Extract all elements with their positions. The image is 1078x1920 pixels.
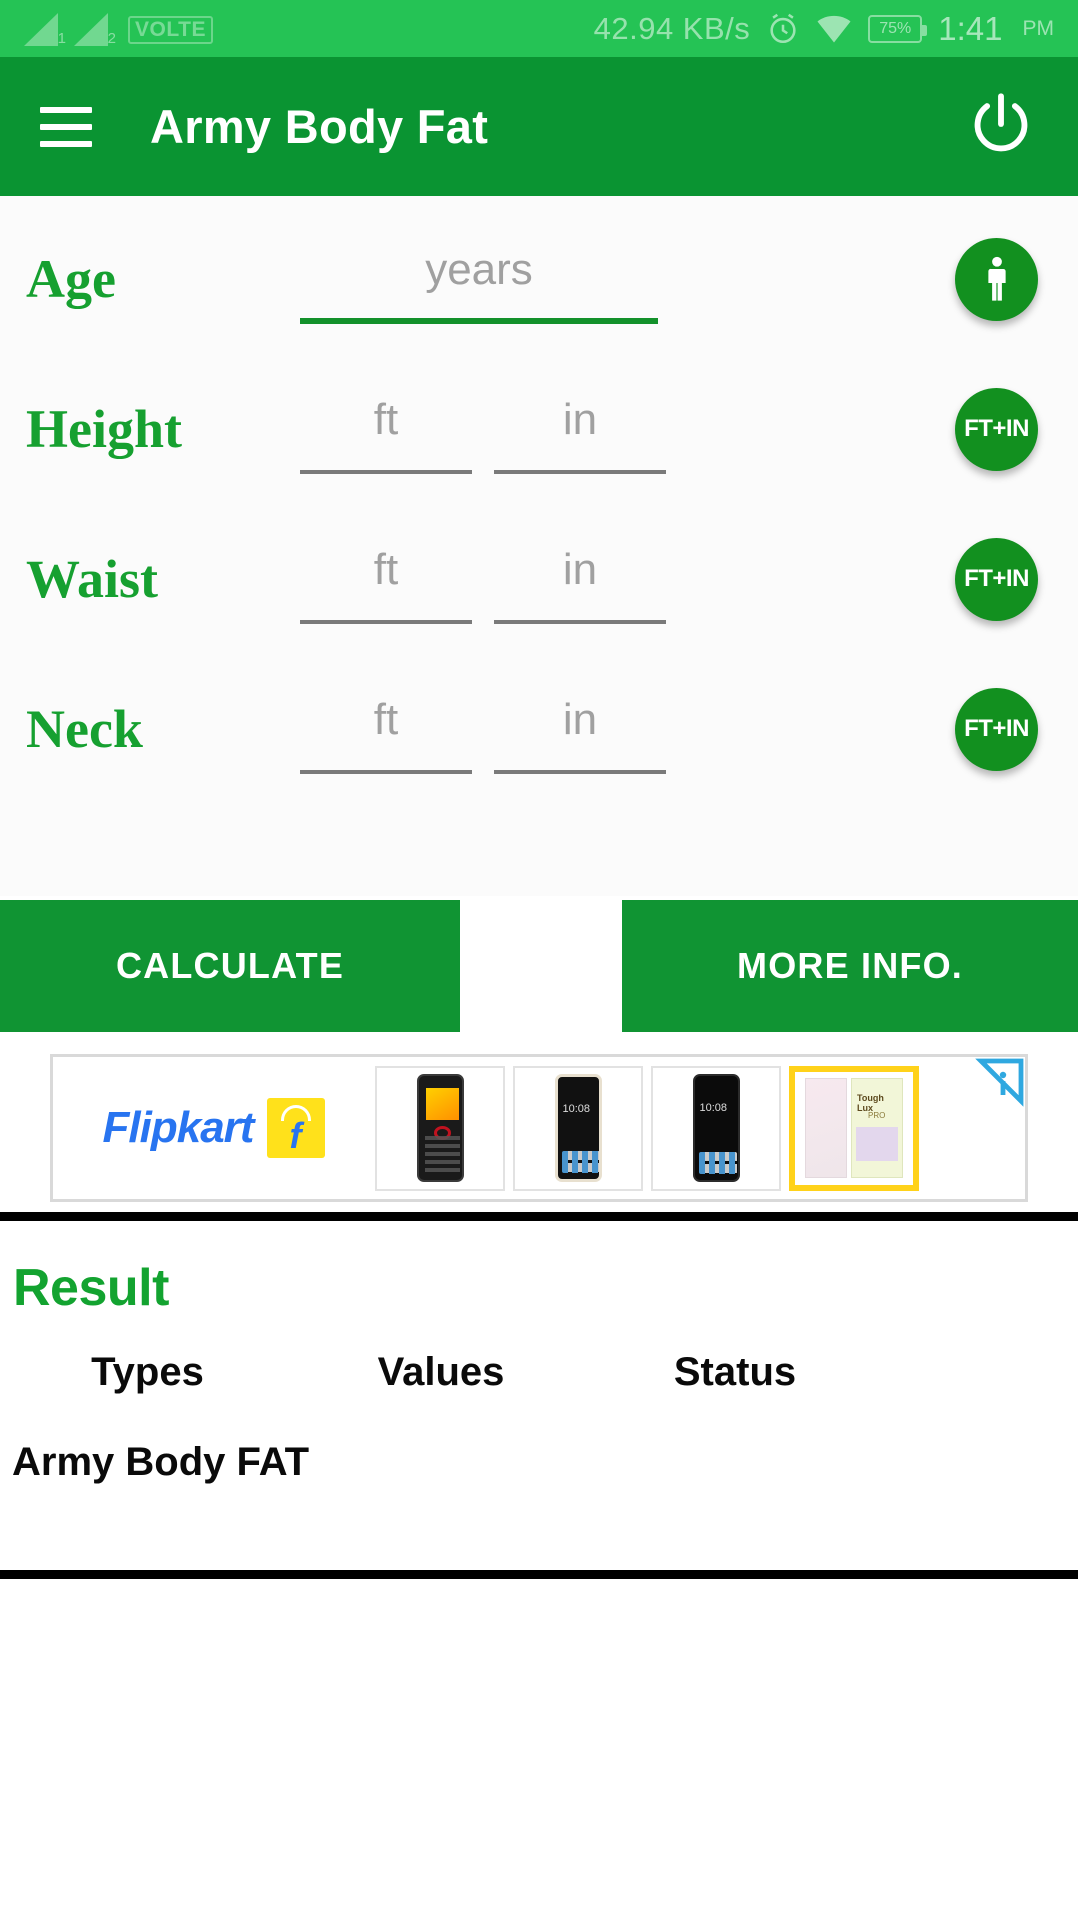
neck-ft-underline — [300, 770, 472, 774]
alarm-clock-icon — [766, 12, 800, 46]
hamburger-menu-icon[interactable] — [40, 106, 92, 147]
table-row: Army Body FAT — [0, 1440, 1078, 1502]
app-screen: 1 2 VOLTE 42.94 KB/s 75% 1:41 PM Army Bo… — [0, 0, 1078, 1920]
app-bar: Army Body Fat — [0, 57, 1078, 196]
neck-inputs: ft in — [300, 684, 700, 774]
result-table-header: Types Values Status — [0, 1350, 1078, 1412]
field-row-waist: Waist ft in FT+IN — [0, 518, 1078, 640]
neck-in-placeholder: in — [562, 695, 598, 744]
ad-product-tile[interactable]: 10:08 — [513, 1065, 643, 1191]
height-ft-underline — [300, 470, 472, 474]
waist-ft-placeholder: ft — [373, 545, 399, 594]
height-in-underline — [494, 470, 666, 474]
height-ft-input[interactable]: ft — [300, 384, 472, 474]
page-title: Army Body Fat — [150, 100, 489, 153]
neck-ft-input[interactable]: ft — [300, 684, 472, 774]
ad-product-tile[interactable] — [375, 1065, 505, 1191]
age-inputs: years — [300, 234, 700, 324]
input-form: Age years Height ft in FT+IN Waist ft in… — [0, 196, 1078, 896]
ad-product-tiles: 10:08 10:08 Tough Lux PRO — [375, 1065, 919, 1191]
network-speed-text: 42.94 KB/s — [593, 10, 751, 46]
age-unit-button-wrap — [955, 237, 1038, 321]
status-bar: 1 2 VOLTE 42.94 KB/s 75% 1:41 PM — [0, 0, 1078, 57]
label-neck: Neck — [26, 699, 143, 759]
result-top-divider — [0, 1212, 1078, 1221]
field-row-neck: Neck ft in FT+IN — [0, 668, 1078, 790]
white-smartphone-thumbnail: 10:08 — [554, 1074, 602, 1182]
adchoices-icon[interactable] — [965, 1053, 1029, 1111]
status-bar-time: 1:41 — [938, 9, 1003, 47]
age-input-underline — [300, 318, 658, 324]
neck-unit-button-wrap: FT+IN — [955, 687, 1038, 771]
flipkart-wordmark: Flipkart — [102, 1103, 255, 1152]
black-smartphone-thumbnail: 10:08 — [692, 1074, 740, 1182]
status-bar-ampm: PM — [1022, 16, 1055, 40]
column-header-values: Values — [377, 1350, 505, 1394]
sim2-signal-icon: 2 — [74, 12, 116, 47]
more-info-button[interactable]: MORE INFO. — [622, 900, 1078, 1032]
sim1-signal-icon: 1 — [24, 12, 66, 47]
status-bar-right: 42.94 KB/s 75% 1:41 PM — [594, 10, 1054, 48]
height-in-placeholder: in — [562, 395, 598, 444]
height-in-input[interactable]: in — [494, 384, 666, 474]
phone-clock-text: 10:08 — [562, 1103, 591, 1115]
neck-ft-placeholder: ft — [373, 695, 399, 744]
column-header-status: Status — [673, 1350, 797, 1394]
protector-brand-text: Tough Lux — [857, 1093, 884, 1113]
flipkart-logo: Flipkart f — [59, 1098, 369, 1158]
sim2-label: 2 — [107, 29, 116, 47]
ad-banner[interactable]: Flipkart f 10:08 10:08 Tough Lux PRO — [0, 1048, 1078, 1208]
field-row-height: Height ft in FT+IN — [0, 368, 1078, 490]
waist-ft-input[interactable]: ft — [300, 534, 472, 624]
wifi-icon — [816, 14, 852, 44]
age-input-placeholder: years — [425, 245, 533, 294]
result-bottom-divider — [0, 1570, 1078, 1579]
label-waist: Waist — [26, 549, 159, 609]
sim1-label: 1 — [57, 29, 66, 47]
gender-male-button[interactable] — [955, 237, 1038, 321]
column-header-types: Types — [91, 1350, 204, 1394]
label-height: Height — [26, 399, 182, 459]
ad-product-tile[interactable]: 10:08 — [651, 1065, 781, 1191]
ad-banner-inner[interactable]: Flipkart f 10:08 10:08 Tough Lux PRO — [50, 1054, 1028, 1202]
waist-ft-underline — [300, 620, 472, 624]
phone-clock-text: 10:08 — [699, 1102, 728, 1114]
calculate-button[interactable]: CALCULATE — [0, 900, 460, 1032]
neck-unit-toggle-button[interactable]: FT+IN — [955, 687, 1038, 771]
battery-percent-text: 75% — [879, 19, 912, 37]
result-row-type: Army Body FAT — [12, 1440, 310, 1484]
waist-in-underline — [494, 620, 666, 624]
feature-phone-thumbnail — [416, 1074, 464, 1182]
waist-in-placeholder: in — [562, 545, 598, 594]
empty-content-area — [0, 1579, 1078, 1920]
label-age: Age — [26, 249, 116, 309]
screen-protector-thumbnail: Tough Lux PRO — [805, 1078, 903, 1178]
power-icon[interactable] — [964, 87, 1038, 166]
waist-in-input[interactable]: in — [494, 534, 666, 624]
waist-unit-button-wrap: FT+IN — [955, 537, 1038, 621]
battery-icon: 75% — [868, 14, 928, 43]
waist-unit-toggle-button[interactable]: FT+IN — [955, 537, 1038, 621]
status-bar-left: 1 2 VOLTE — [24, 12, 213, 46]
flipkart-bag-icon: f — [267, 1098, 326, 1158]
protector-pro-text: PRO — [868, 1111, 886, 1120]
waist-inputs: ft in — [300, 534, 700, 624]
action-buttons: CALCULATE MORE INFO. — [0, 900, 1078, 1032]
height-inputs: ft in — [300, 384, 700, 474]
height-ft-placeholder: ft — [373, 395, 399, 444]
height-unit-toggle-button[interactable]: FT+IN — [955, 387, 1038, 471]
age-input[interactable]: years — [300, 234, 658, 324]
field-row-age: Age years — [0, 218, 1078, 340]
ad-product-tile[interactable]: Tough Lux PRO — [789, 1065, 919, 1191]
result-section-title: Result — [13, 1259, 169, 1317]
neck-in-underline — [494, 770, 666, 774]
volte-badge: VOLTE — [128, 15, 213, 44]
height-unit-button-wrap: FT+IN — [955, 387, 1038, 471]
neck-in-input[interactable]: in — [494, 684, 666, 774]
